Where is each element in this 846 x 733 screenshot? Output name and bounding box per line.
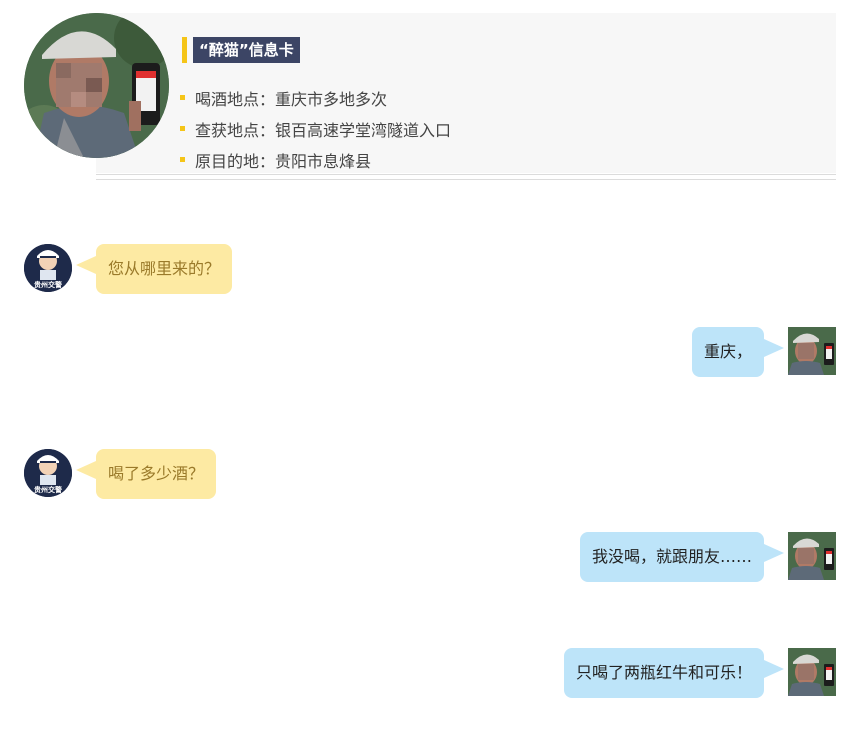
title-accent-bar (182, 37, 187, 63)
info-list: 喝酒地点：重庆市多地多次 查获地点：银百高速学堂湾隧道入口 原目的地：贵阳市息烽… (180, 82, 451, 175)
suspect-message-bubble: 我没喝，就跟朋友…… (579, 532, 785, 582)
suspect-avatar (788, 648, 836, 696)
suspect-avatar (788, 532, 836, 580)
suspect-avatar (788, 327, 836, 375)
card-divider (96, 179, 836, 180)
suspect-message-bubble: 只喝了两瓶红牛和可乐！ (563, 648, 785, 698)
info-item-drinking-location: 喝酒地点：重庆市多地多次 (180, 82, 451, 113)
info-item-text: 查获地点：银百高速学堂湾隧道入口 (195, 120, 452, 140)
suspect-photo (24, 13, 169, 158)
info-item-destination: 原目的地：贵阳市息烽县 (180, 144, 451, 175)
police-avatar: 贵州交警 (24, 449, 72, 497)
info-item-text: 喝酒地点：重庆市多地多次 (195, 89, 388, 109)
info-item-seized-location: 查获地点：银百高速学堂湾隧道入口 (180, 113, 451, 144)
police-badge-text: 贵州交警 (34, 485, 62, 494)
info-item-text: 原目的地：贵阳市息烽县 (195, 151, 372, 171)
bullet-icon (180, 126, 185, 131)
police-badge-text: 贵州交警 (34, 280, 62, 289)
police-avatar: 贵州交警 (24, 244, 72, 292)
police-message-bubble: 喝了多少酒？ (75, 449, 217, 499)
card-title: “醉猫”信息卡 (182, 37, 300, 63)
suspect-message-bubble: 重庆， (691, 327, 785, 377)
bullet-icon (180, 95, 185, 100)
card-title-text: “醉猫”信息卡 (193, 37, 300, 63)
police-message-bubble: 您从哪里来的？ (75, 244, 233, 294)
bullet-icon (180, 157, 185, 162)
